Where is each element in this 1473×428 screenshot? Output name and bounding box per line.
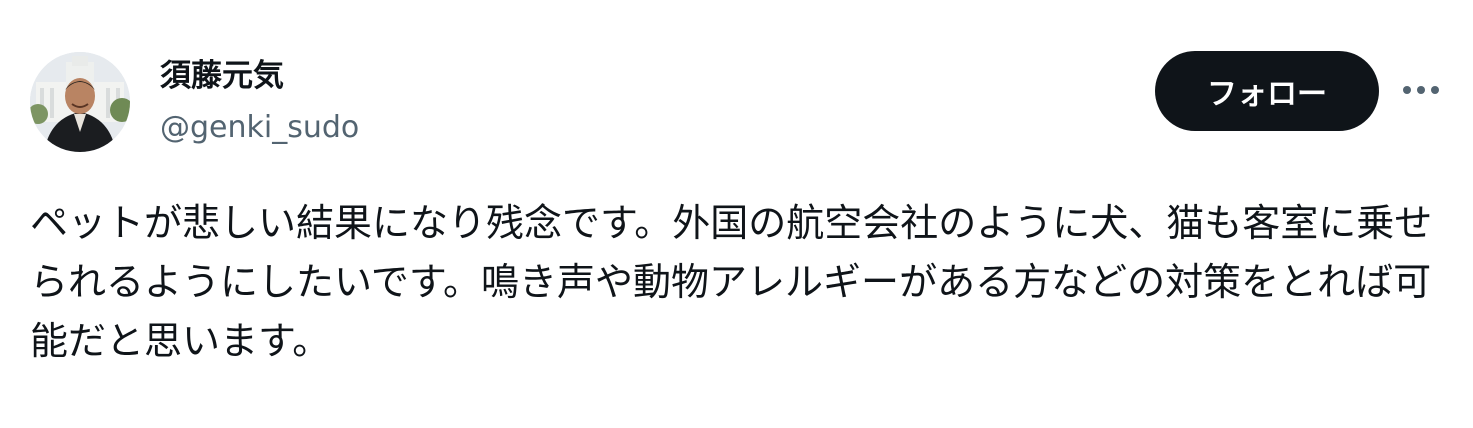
follow-button[interactable]: フォロー <box>1155 51 1379 131</box>
more-options-button[interactable] <box>1398 70 1444 110</box>
tweet-text: ペットが悲しい結果になり残念です。外国の航空会社のように犬、猫も客室に乗せられる… <box>30 201 1433 363</box>
avatar[interactable] <box>30 52 130 152</box>
author-handle[interactable]: @genki_sudo <box>160 108 359 148</box>
author-display-name[interactable]: 須藤元気 <box>160 56 284 96</box>
tweet-card: 須藤元気 @genki_sudo フォロー ペットが悲しい結果になり残念です。外… <box>0 0 1473 428</box>
more-horizontal-icon <box>1403 86 1439 94</box>
follow-button-label: フォロー <box>1207 77 1327 112</box>
profile-photo-icon <box>30 52 130 152</box>
